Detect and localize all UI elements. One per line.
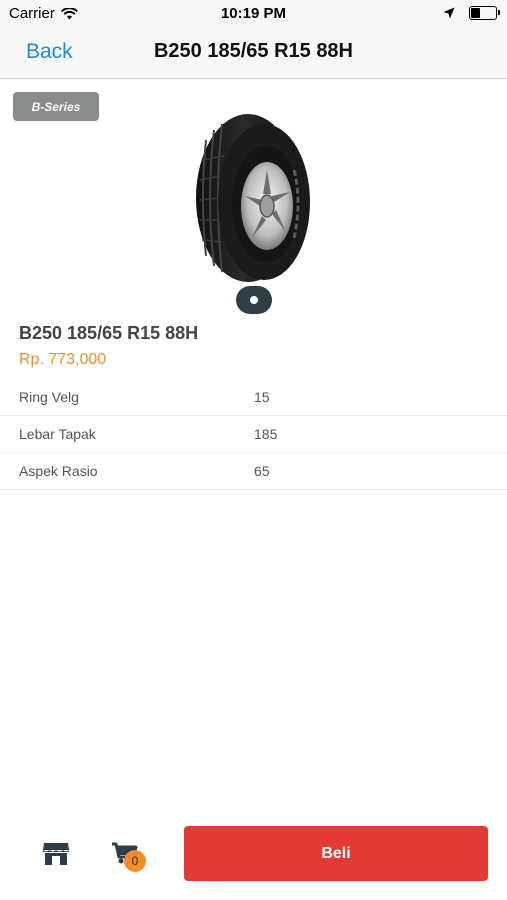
bottom-action-bar: 0 Beli [0, 818, 507, 900]
spec-label: Ring Velg [19, 389, 79, 405]
spec-value: 185 [254, 426, 278, 442]
spec-value: 65 [254, 463, 270, 479]
product-price: Rp. 773,000 [19, 351, 107, 368]
spec-row-lebar-tapak: Lebar Tapak 185 [0, 416, 507, 453]
status-icons [443, 6, 500, 20]
cart-button[interactable]: 0 [112, 842, 148, 872]
store-icon [43, 843, 69, 865]
clock: 10:19 PM [220, 5, 287, 22]
cart-count-badge: 0 [124, 850, 146, 872]
spec-label: Aspek Rasio [19, 463, 98, 479]
product-name: B250 185/65 R15 88H [19, 323, 199, 343]
tire-image [196, 114, 310, 282]
location-arrow-icon [443, 7, 455, 19]
battery-icon [469, 6, 500, 20]
page-title: B250 185/65 R15 88H [153, 40, 354, 62]
navigation-bar: Back B250 185/65 R15 88H [0, 28, 507, 79]
page-dot-active [250, 296, 258, 304]
status-bar: Carrier 10:19 PM [0, 0, 507, 28]
spec-label: Lebar Tapak [19, 426, 96, 442]
store-button[interactable] [42, 842, 70, 866]
carousel-page-indicator[interactable] [236, 286, 272, 314]
spec-row-ring-velg: Ring Velg 15 [0, 379, 507, 416]
spec-value: 15 [254, 389, 270, 405]
series-badge: B-Series [13, 92, 99, 121]
spec-table: Ring Velg 15 Lebar Tapak 185 Aspek Rasio… [0, 379, 507, 490]
product-image-carousel[interactable]: B-Series [0, 80, 507, 320]
buy-button[interactable]: Beli [184, 826, 488, 881]
spec-row-aspek-rasio: Aspek Rasio 65 [0, 453, 507, 490]
